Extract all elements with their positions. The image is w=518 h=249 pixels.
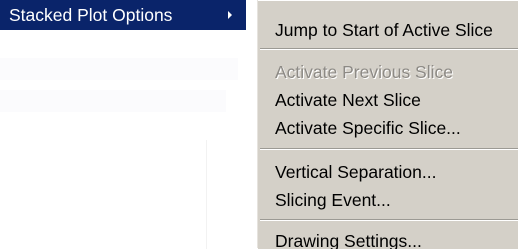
- parent-menu-faded-row: [0, 90, 226, 112]
- menu-item-label: Stacked Plot Options: [9, 4, 173, 25]
- faded-divider: [206, 140, 207, 249]
- menu-separator: [260, 148, 518, 150]
- menu-item-slicing-event[interactable]: Slicing Event...: [258, 186, 518, 214]
- stacked-plot-options-submenu: Jump to Start of Active Slice Activate P…: [257, 0, 518, 249]
- menu-item-drawing-settings[interactable]: Drawing Settings...: [258, 227, 518, 249]
- menu-separator: [260, 219, 518, 221]
- menu-item-activate-specific-slice[interactable]: Activate Specific Slice...: [258, 114, 518, 142]
- submenu-arrow-icon: [228, 11, 232, 19]
- menu-item-jump-to-start[interactable]: Jump to Start of Active Slice: [258, 16, 518, 44]
- menu-item-activate-next-slice[interactable]: Activate Next Slice: [258, 86, 518, 114]
- menu-item-vertical-separation[interactable]: Vertical Separation...: [258, 158, 518, 186]
- menu-item-stacked-plot-options[interactable]: Stacked Plot Options: [0, 0, 246, 30]
- menu-separator: [260, 48, 518, 50]
- parent-menu-faded-row: [0, 58, 238, 80]
- screenshot-canvas: Stacked Plot Options Jump to Start of Ac…: [0, 0, 518, 249]
- menu-item-activate-previous-slice: Activate Previous Slice: [275, 62, 453, 82]
